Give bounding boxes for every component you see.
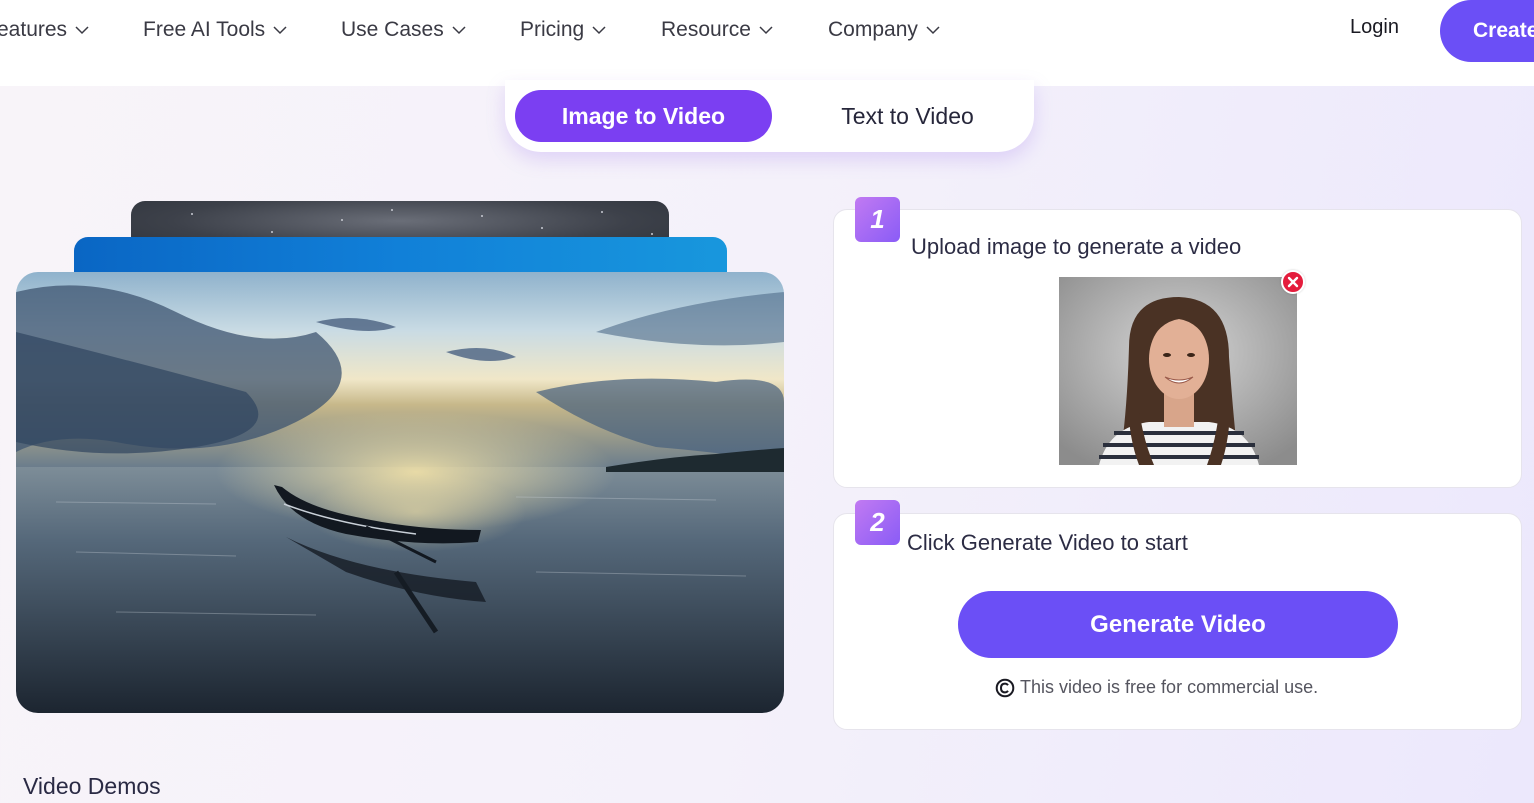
generate-video-button[interactable]: Generate Video: [958, 591, 1398, 658]
nav-label: Company: [828, 18, 918, 41]
copyright-icon: [995, 678, 1015, 697]
video-demos-heading: Video Demos: [23, 773, 161, 799]
nav-item-features[interactable]: eatures: [0, 16, 89, 44]
preview-image-sunset-boat: [16, 272, 784, 713]
nav-label: Free AI Tools: [143, 18, 266, 41]
step-1-badge: 1: [855, 197, 900, 242]
remove-image-button[interactable]: [1281, 270, 1305, 294]
nav-label: eatures: [0, 18, 68, 41]
create-button[interactable]: Create: [1440, 0, 1534, 62]
mode-switch: Image to Video Text to Video: [505, 80, 1034, 152]
chevron-down-icon: [452, 26, 466, 35]
chevron-down-icon: [926, 26, 940, 35]
nav-item-use-cases[interactable]: Use Cases: [341, 16, 466, 44]
nav-item-resource[interactable]: Resource: [661, 16, 773, 44]
tab-text-to-video[interactable]: Text to Video: [775, 90, 1040, 142]
nav-item-company[interactable]: Company: [828, 16, 940, 44]
login-link[interactable]: Login: [1350, 16, 1399, 39]
uploaded-image-preview[interactable]: [1059, 277, 1297, 465]
nav-label: Resource: [661, 18, 751, 41]
nav-label: Pricing: [520, 18, 585, 41]
nav-label: Use Cases: [341, 18, 444, 41]
license-note: This video is free for commercial use.: [995, 677, 1318, 698]
generate-step-title: Click Generate Video to start: [907, 530, 1188, 555]
chevron-down-icon: [273, 26, 287, 35]
close-icon: [1287, 276, 1299, 288]
upload-step-title: Upload image to generate a video: [911, 234, 1242, 259]
nav-item-pricing[interactable]: Pricing: [520, 16, 606, 44]
nav-item-free-ai-tools[interactable]: Free AI Tools: [143, 16, 287, 44]
chevron-down-icon: [759, 26, 773, 35]
step-2-badge: 2: [855, 500, 900, 545]
top-nav-bar: eatures Free AI Tools Use Cases Pricing …: [0, 0, 1534, 86]
license-text: This video is free for commercial use.: [1020, 677, 1319, 697]
tab-image-to-video[interactable]: Image to Video: [515, 90, 772, 142]
chevron-down-icon: [592, 26, 606, 35]
chevron-down-icon: [75, 26, 89, 35]
